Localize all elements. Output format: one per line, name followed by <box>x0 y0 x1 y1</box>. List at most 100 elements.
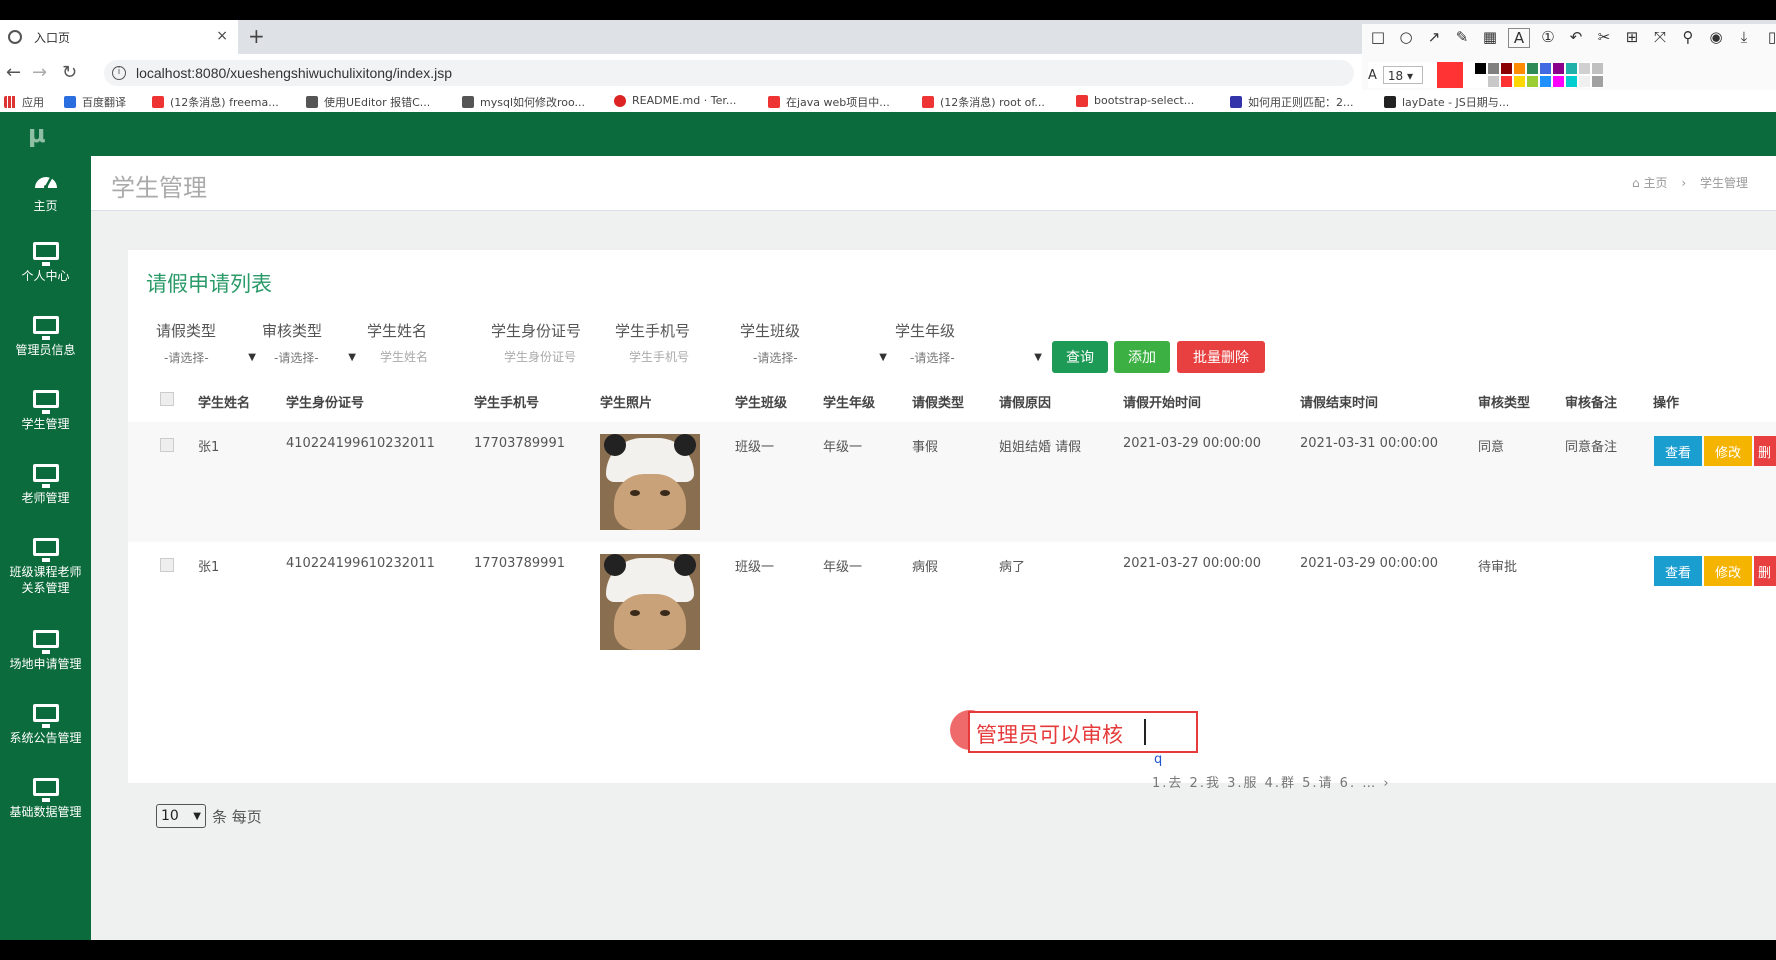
sidebar-item-venue-requests[interactable]: 场地申请管理 <box>0 630 91 672</box>
reload-icon[interactable]: ↻ <box>62 62 77 83</box>
color-swatch[interactable] <box>1539 63 1551 74</box>
sidebar-item-class-course-teacher[interactable]: 班级课程老师 关系管理 <box>0 538 91 596</box>
color-swatch[interactable] <box>1474 76 1486 87</box>
edit-button[interactable]: 修改 <box>1704 556 1752 586</box>
scissors-icon[interactable]: ✂ <box>1594 28 1614 48</box>
student-name-input[interactable]: 学生姓名 <box>380 348 428 365</box>
browser-tab[interactable]: 入口页 × <box>0 20 238 54</box>
breadcrumb-home[interactable]: 主页 <box>1644 176 1668 190</box>
color-swatch[interactable] <box>1591 76 1603 87</box>
bookmark-item[interactable]: 在java web项目中... <box>768 94 890 110</box>
delete-button[interactable]: 删 <box>1754 436 1776 466</box>
app-logo[interactable]: μ <box>28 120 46 148</box>
color-swatch[interactable] <box>1565 76 1577 87</box>
mobile-icon[interactable]: ▯ <box>1762 28 1776 48</box>
text-tool-icon[interactable]: A <box>1508 28 1530 48</box>
color-swatch[interactable] <box>1565 63 1577 74</box>
font-size-icon: A <box>1368 67 1377 83</box>
bookmark-item[interactable]: bootstrap-select... <box>1076 94 1194 107</box>
bookmark-item[interactable]: mysql如何修改roo... <box>462 94 585 110</box>
url-field[interactable]: i localhost:8080/xueshengshiwuchulixiton… <box>104 60 1354 86</box>
annotation-textbox[interactable]: 管理员可以审核 <box>968 711 1198 753</box>
expand-icon[interactable]: ⤧ <box>1650 28 1670 48</box>
column-header: 学生班级 <box>735 396 788 411</box>
ellipse-tool-icon[interactable]: ○ <box>1396 28 1416 48</box>
annotation-text: 管理员可以审核 <box>976 723 1123 747</box>
ime-candidate-list[interactable]: 1.去 2.我 3.服 4.群 5.请 6. … › <box>1152 772 1391 791</box>
class-select[interactable]: -请选择- ▼ <box>753 344 891 370</box>
sidebar-item-announcements[interactable]: 系统公告管理 <box>0 704 91 746</box>
color-swatch[interactable] <box>1526 76 1538 87</box>
bookmark-item[interactable]: README.md · Ter... <box>614 94 736 107</box>
new-tab-button[interactable]: + <box>248 24 265 48</box>
mosaic-tool-icon[interactable]: ▦ <box>1480 28 1500 48</box>
table-header: 学生姓名 学生身份证号 学生手机号 学生照片 学生班级 学生年级 请假类型 请假… <box>128 378 1776 424</box>
column-header: 学生身份证号 <box>286 396 365 411</box>
sidebar-item-admins[interactable]: 管理员信息 <box>0 316 91 358</box>
filter-label: 学生年级 <box>895 322 956 340</box>
student-phone-input[interactable]: 学生手机号 <box>629 348 689 365</box>
view-button[interactable]: 查看 <box>1654 436 1702 466</box>
current-color-swatch[interactable] <box>1436 62 1463 88</box>
color-swatch[interactable] <box>1513 63 1525 74</box>
back-icon[interactable]: ← <box>6 62 21 83</box>
color-swatch[interactable] <box>1513 76 1525 87</box>
query-button[interactable]: 查询 <box>1052 341 1108 373</box>
undo-icon[interactable]: ↶ <box>1566 28 1586 48</box>
sidebar-item-teachers[interactable]: 老师管理 <box>0 464 91 506</box>
cell-review-status: 同意 <box>1478 440 1505 455</box>
color-swatch[interactable] <box>1487 76 1499 87</box>
edit-button[interactable]: 修改 <box>1704 436 1752 466</box>
arrow-tool-icon[interactable]: ↗ <box>1424 28 1444 48</box>
filter-label: 请假类型 <box>156 322 217 340</box>
number-tool-icon[interactable]: ① <box>1538 28 1558 48</box>
sidebar-item-base-data[interactable]: 基础数据管理 <box>0 778 91 820</box>
color-swatch[interactable] <box>1487 63 1499 74</box>
grade-select[interactable]: -请选择- ▼ <box>910 344 1046 370</box>
leave-type-select[interactable]: -请选择- ▼ <box>164 344 260 370</box>
color-swatch[interactable] <box>1500 76 1512 87</box>
bookmark-item[interactable]: layDate - JS日期与... <box>1384 94 1509 110</box>
bookmark-item[interactable]: 如何用正则匹配：2... <box>1230 94 1354 110</box>
select-all-checkbox[interactable] <box>160 392 174 406</box>
color-swatch[interactable] <box>1474 63 1486 74</box>
bookmark-item[interactable]: 百度翻译 <box>64 94 126 110</box>
color-swatch[interactable] <box>1500 63 1512 74</box>
site-info-icon[interactable]: i <box>112 66 126 80</box>
column-header: 学生姓名 <box>198 396 251 411</box>
rectangle-tool-icon[interactable]: □ <box>1368 28 1388 48</box>
color-swatch[interactable] <box>1591 63 1603 74</box>
row-checkbox[interactable] <box>160 558 174 572</box>
sidebar-item-students[interactable]: 学生管理 <box>0 390 91 432</box>
view-button[interactable]: 查看 <box>1654 556 1702 586</box>
pin-icon[interactable]: ⚲ <box>1678 28 1698 48</box>
color-swatch[interactable] <box>1578 63 1590 74</box>
page-size-select[interactable]: 10 ▼ <box>156 804 206 828</box>
breadcrumb-separator: › <box>1681 176 1687 190</box>
download-icon[interactable]: ⤓ <box>1734 28 1754 48</box>
batch-delete-button[interactable]: 批量删除 <box>1177 341 1265 373</box>
translate-icon[interactable]: ⊞ <box>1622 28 1642 48</box>
pen-tool-icon[interactable]: ✎ <box>1452 28 1472 48</box>
dashboard-icon <box>34 177 57 189</box>
student-id-input[interactable]: 学生身份证号 <box>504 348 576 365</box>
row-checkbox[interactable] <box>160 438 174 452</box>
add-button[interactable]: 添加 <box>1114 341 1170 373</box>
bookmark-item[interactable]: (12条消息) root of... <box>922 94 1045 110</box>
color-swatch[interactable] <box>1552 76 1564 87</box>
bookmark-apps[interactable]: 应用 <box>4 94 44 110</box>
color-swatch[interactable] <box>1552 63 1564 74</box>
tab-close-icon[interactable]: × <box>216 28 228 44</box>
bookmark-item[interactable]: 使用UEditor 报错C... <box>306 94 430 110</box>
delete-button[interactable]: 删 <box>1754 556 1776 586</box>
color-swatch[interactable] <box>1526 63 1538 74</box>
color-swatch[interactable] <box>1578 76 1590 87</box>
bookmark-item[interactable]: (12条消息) freema... <box>152 94 279 110</box>
sidebar-item-profile[interactable]: 个人中心 <box>0 242 91 284</box>
sidebar-item-home[interactable]: 主页 <box>0 170 91 214</box>
review-type-select[interactable]: -请选择- ▼ <box>274 344 360 370</box>
record-icon[interactable]: ◉ <box>1706 28 1726 48</box>
color-swatch[interactable] <box>1539 76 1551 87</box>
forward-icon[interactable]: → <box>32 62 47 83</box>
font-size-select[interactable]: 18 ▾ <box>1382 66 1423 84</box>
